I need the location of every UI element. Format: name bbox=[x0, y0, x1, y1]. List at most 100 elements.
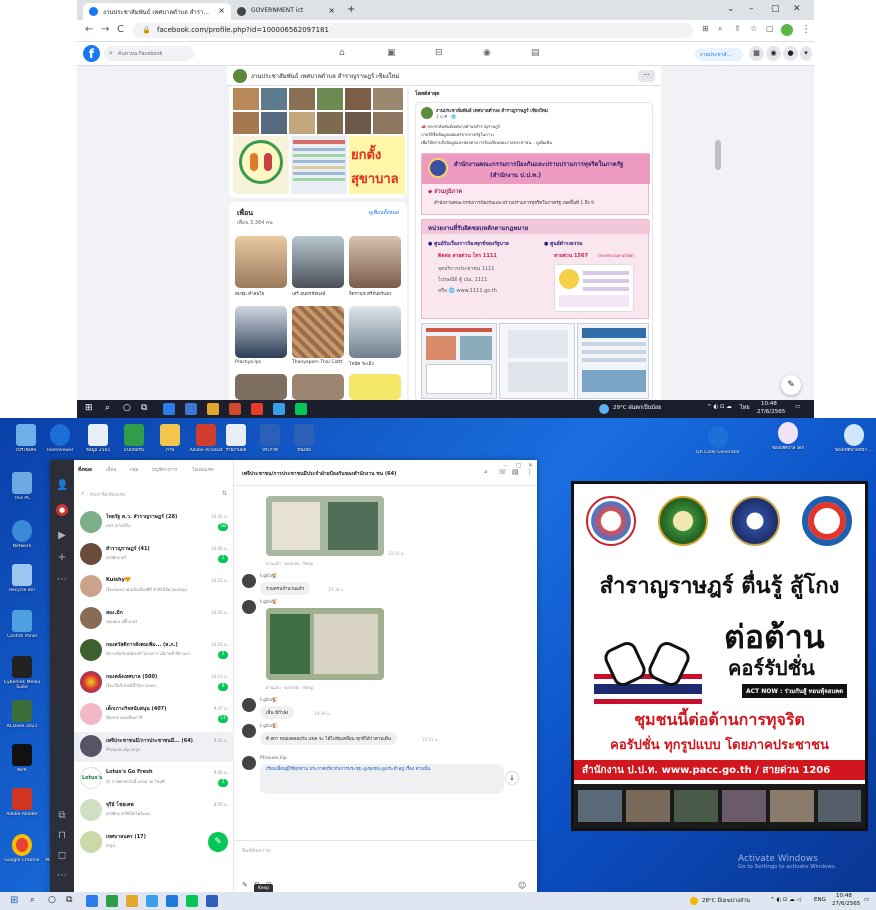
chat-image[interactable] bbox=[266, 608, 384, 680]
chat-list-item[interactable]: จุรีย์ โชยเคพ ส่งสติกเกอร์ที่เปิดไฟล์แนบ… bbox=[74, 796, 234, 826]
chat-search-input[interactable]: ⌕ ค้นหาชื่อ/ห้องแชท bbox=[80, 488, 220, 500]
word-taskbar-icon[interactable] bbox=[206, 895, 218, 907]
edge-taskbar-icon[interactable] bbox=[146, 895, 158, 907]
keep-icon[interactable]: ⧉ bbox=[56, 810, 68, 822]
reload-icon[interactable]: C bbox=[117, 24, 124, 35]
sender-avatar[interactable] bbox=[242, 574, 256, 588]
profile-avatar[interactable] bbox=[781, 24, 793, 36]
search-icon[interactable]: ⌕ bbox=[30, 895, 42, 907]
tab-groups[interactable]: กลุ่ม bbox=[130, 466, 138, 473]
cortana-icon[interactable]: ○ bbox=[48, 895, 60, 907]
watch-icon[interactable]: ▣ bbox=[387, 48, 396, 58]
friend-name[interactable]: Thanyaporn Thai Cottt bbox=[292, 360, 343, 365]
folder-taskbar-icon[interactable] bbox=[207, 403, 219, 415]
star-icon[interactable]: ☆ bbox=[750, 24, 757, 33]
tray-icons[interactable]: ^ ◐ ⊡ ☁ ◁ bbox=[770, 897, 801, 903]
tab-openchat[interactable]: โอเพนแชท bbox=[192, 466, 214, 473]
chats-icon[interactable]: ● bbox=[56, 504, 68, 516]
notifications-icon[interactable]: ● bbox=[783, 46, 798, 61]
new-tab-button[interactable]: + bbox=[347, 4, 355, 15]
windows-start-icon[interactable]: ⊞ bbox=[85, 403, 97, 415]
facebook-logo[interactable]: f bbox=[83, 45, 100, 62]
message-bubble[interactable]: รวมครบจำนวนแล้ว bbox=[260, 582, 311, 595]
friend-name[interactable]: สมชุ่ม คำสมใจ bbox=[235, 290, 264, 297]
friend-photo[interactable] bbox=[235, 374, 287, 400]
post-image[interactable] bbox=[421, 323, 497, 399]
account-icon[interactable]: ▾ bbox=[800, 46, 812, 61]
close-window-button[interactable]: ✕ bbox=[793, 4, 801, 14]
logo-photo[interactable] bbox=[233, 136, 289, 194]
chat-list-item[interactable]: ไทยรัฐ ต.ว. สำราญราษฎร์ (28) สตร์ ส่งไฟล… bbox=[74, 508, 234, 538]
url-input[interactable]: 🔒 facebook.com/profile.php?id=1000065620… bbox=[133, 23, 693, 38]
photo-thumbnail[interactable] bbox=[373, 88, 403, 110]
chrome-taskbar-icon[interactable] bbox=[86, 895, 98, 907]
photo-thumbnail[interactable] bbox=[233, 88, 259, 110]
friend-photo[interactable] bbox=[292, 374, 344, 400]
chat-list-item[interactable]: สอง.มิก ขอบคุณ สติ๊กเกอร์ 10:20 น. bbox=[74, 604, 234, 634]
photo-thumbnail[interactable] bbox=[233, 112, 259, 134]
phone-icon[interactable]: ☏ bbox=[498, 468, 507, 476]
language-indicator[interactable]: ENG bbox=[814, 897, 826, 903]
back-icon[interactable]: ← bbox=[85, 24, 93, 35]
message-input[interactable]: พิมพ์ข้อความ ✎ ⊓ ⊡ ☺ Keep bbox=[234, 840, 537, 896]
photo-thumbnail[interactable] bbox=[317, 112, 343, 134]
poster-photo[interactable]: ยกตั้ง สุขาบาล bbox=[349, 136, 405, 194]
desktop-icon[interactable]: Network bbox=[0, 518, 44, 562]
desktop-icon[interactable]: Cyberlink Media Suite bbox=[0, 654, 44, 698]
chat-list-item[interactable]: กองคลังเทศบาล (500) เรื่องให้เก็บไฟล์นี้… bbox=[74, 668, 234, 698]
forward-icon[interactable]: → bbox=[101, 24, 109, 35]
desktop-icon[interactable]: Recycle Bin bbox=[0, 562, 44, 606]
clock-date[interactable]: 27/6/2565 bbox=[757, 409, 785, 415]
profile-shortcut[interactable]: งานประชาสั... bbox=[695, 48, 743, 61]
new-message-button[interactable]: ✎ bbox=[781, 375, 801, 395]
see-all-friends-link[interactable]: ดูเพื่อนทั้งหมด bbox=[369, 209, 399, 217]
add-friend-icon[interactable]: + bbox=[56, 552, 68, 564]
clock-time[interactable]: 10:48 bbox=[836, 893, 852, 899]
friend-photo[interactable] bbox=[349, 374, 401, 400]
notes-icon[interactable]: ⊓ bbox=[56, 830, 68, 842]
desktop-icon[interactable]: This PC bbox=[0, 470, 44, 514]
window-icon[interactable]: ▢ bbox=[766, 24, 774, 33]
desktop-icon[interactable]: Control Panel bbox=[0, 608, 44, 652]
page-avatar[interactable] bbox=[233, 69, 247, 83]
chrome-taskbar-icon[interactable] bbox=[163, 403, 175, 415]
chat-list-item[interactable]: เด็กเกาะกิจสนับสนุน (407) Nanne คงเหลือเ… bbox=[74, 700, 234, 730]
friend-name[interactable]: เสรี สุนทรชัยพงษ์ bbox=[292, 290, 325, 297]
settings-icon[interactable]: ⋯ bbox=[56, 870, 68, 882]
zoom-icon[interactable]: ⌕ bbox=[718, 24, 722, 34]
page-name[interactable]: งานประชาสัมพันธ์ เทศบาลตำบล สำราญราษฎร์ … bbox=[251, 71, 400, 81]
desktop-icon[interactable]: Google Chrome bbox=[0, 832, 44, 876]
mail-taskbar-icon[interactable] bbox=[166, 895, 178, 907]
task-view-icon[interactable]: ⧉ bbox=[141, 403, 153, 415]
tab-government[interactable]: GOVERNMENT ict × bbox=[231, 3, 341, 20]
friend-photo[interactable] bbox=[235, 236, 287, 288]
line-taskbar-icon[interactable] bbox=[186, 895, 198, 907]
chat-list-item[interactable]: Lotus's Lotus's Go Fresh 😍 ภาพผักสดวันนี… bbox=[74, 764, 234, 794]
chat-image[interactable] bbox=[266, 496, 384, 556]
close-icon[interactable]: × bbox=[328, 6, 335, 15]
messenger-icon[interactable]: ◉ bbox=[766, 46, 781, 61]
desktop-icon[interactable]: QR Code Generator bbox=[696, 424, 740, 468]
more-options-button[interactable]: ··· bbox=[638, 70, 655, 82]
tab-official[interactable]: บัญชีทางการ bbox=[152, 466, 177, 473]
message-actions[interactable]: อ่านแล้ว · ตอบกลับ · Keep bbox=[266, 684, 313, 691]
more-icon[interactable]: ⋮ bbox=[526, 468, 533, 476]
photo-thumbnail[interactable] bbox=[317, 88, 343, 110]
photo-thumbnail[interactable] bbox=[373, 112, 403, 134]
desktop-icon[interactable]: NVR bbox=[0, 742, 44, 786]
friend-name[interactable]: ไหน้ค ชะเอิง bbox=[349, 360, 374, 367]
marketplace-icon[interactable]: ⊟ bbox=[435, 48, 443, 58]
weather-text[interactable]: 29°C ฝนตกเป็นบ้อย bbox=[613, 404, 661, 412]
sticker-icon[interactable]: ☺ bbox=[518, 881, 526, 890]
sender-avatar[interactable] bbox=[242, 724, 256, 738]
friends-title[interactable]: เพื่อน bbox=[237, 208, 253, 219]
tab-search-icon[interactable]: ⌄ bbox=[727, 4, 735, 14]
photo-thumbnail[interactable] bbox=[261, 112, 287, 134]
info-card-pacc[interactable]: สำนักงานคณะกรรมการป้องกันและปราบปรามการท… bbox=[421, 153, 650, 215]
cortana-icon[interactable]: ○ bbox=[123, 403, 135, 415]
message-bubble[interactable]: ดี สถา หนองคลองกับ แขค จะ ได้ไปขับเคลื่อ… bbox=[260, 732, 397, 745]
friend-photo[interactable] bbox=[349, 236, 401, 288]
mail-taskbar-icon[interactable] bbox=[185, 403, 197, 415]
home-icon[interactable]: ⌂ bbox=[339, 48, 345, 58]
app-taskbar-icon[interactable] bbox=[251, 403, 263, 415]
